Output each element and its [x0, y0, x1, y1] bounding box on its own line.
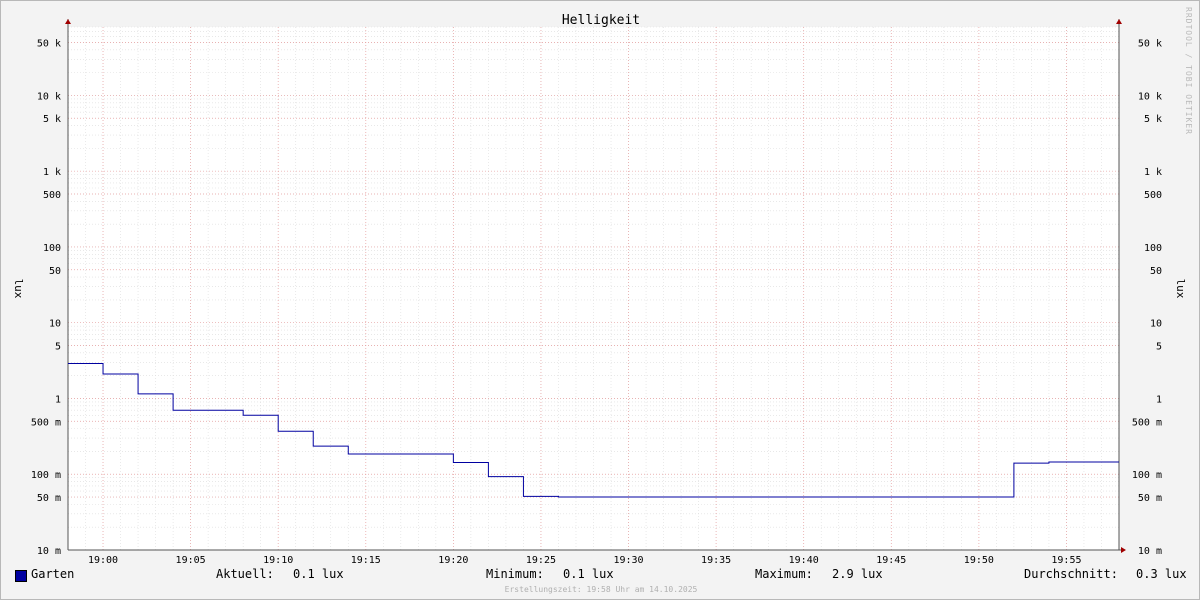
legend-avg-label: Durchschnitt: — [1024, 567, 1118, 581]
y-tick-label-left: 500 m — [31, 417, 61, 428]
x-tick-label: 19:50 — [964, 555, 994, 566]
y-tick-label-right: 50 — [1150, 266, 1162, 277]
y-tick-label-left: 1 k — [43, 167, 61, 178]
x-tick-label: 19:35 — [701, 555, 731, 566]
chart-svg: 50 k 50 k 10 k 10 k 5 k 5 k 1 k 1 k 500 500 100 100… — [12, 13, 1187, 566]
x-tick-label: 19:40 — [789, 555, 819, 566]
y-tick-label-left: 10 k — [37, 91, 61, 102]
y-tick-label-right: 5 — [1156, 342, 1162, 353]
legend-current-label: Aktuell: — [216, 567, 274, 581]
y-tick-label-left: 100 — [43, 243, 61, 254]
grid-minor — [67, 26, 1120, 551]
legend-swatch-garten — [15, 570, 27, 582]
legend-min-label: Minimum: — [486, 567, 544, 581]
y-tick-label-right: 500 — [1144, 190, 1162, 201]
legend-series-name: Garten — [31, 567, 75, 581]
y-axis-label-right: lux — [1174, 279, 1187, 299]
x-tick-label: 19:55 — [1051, 555, 1081, 566]
legend-min-value: 0.1 lux — [563, 567, 614, 581]
y-tick-label-left: 500 — [43, 190, 61, 201]
y-tick-label-right: 50 k — [1138, 38, 1162, 49]
x-tick-label: 19:15 — [351, 555, 381, 566]
legend-max-value: 2.9 lux — [832, 567, 883, 581]
watermark: RRDTOOL / TOBI OETIKER — [1184, 7, 1193, 135]
chart-title: Helligkeit — [562, 13, 640, 28]
legend-max-label: Maximum: — [755, 567, 813, 581]
y-tick-label-left: 50 — [49, 266, 61, 277]
y-tick-label-right: 50 m — [1138, 493, 1162, 504]
x-tick-label: 19:05 — [176, 555, 206, 566]
chart-container: 50 k 50 k 10 k 10 k5 k5 k1 k1 k 500 500 100 100… — [0, 0, 1200, 600]
y-tick-label-left: 100 m — [31, 470, 61, 481]
x-tick-label: 19:30 — [613, 555, 643, 566]
y-tick-label-right: 1 — [1156, 394, 1162, 405]
y-tick-label-left: 5 k — [43, 114, 61, 125]
y-tick-label-right: 10 — [1150, 319, 1162, 330]
y-tick-label-right: 100 m — [1132, 470, 1162, 481]
y-tick-label-right: 10 m — [1138, 546, 1162, 557]
y-tick-label-left: 50 m — [37, 493, 61, 504]
legend-current-value: 0.1 lux — [293, 567, 344, 581]
y-tick-label-right: 100 — [1144, 243, 1162, 254]
y-tick-label-right: 10 k — [1138, 91, 1162, 102]
y-tick-label-left: 50 k — [37, 38, 61, 49]
x-tick-label: 19:45 — [876, 555, 906, 566]
y-tick-label-right: 5 k — [1144, 114, 1162, 125]
y-axis-left-arrow — [65, 19, 71, 24]
y-tick-label-left: 1 — [55, 394, 61, 405]
x-tick-label: 19:25 — [526, 555, 556, 566]
x-axis-arrow — [1121, 547, 1126, 553]
y-axis-right-arrow — [1116, 19, 1122, 24]
footer-timestamp: Erstellungszeit: 19:58 Uhr am 14.10.2025 — [504, 585, 698, 594]
legend-avg-value: 0.3 lux — [1136, 567, 1187, 581]
x-tick-label: 19:00 — [88, 555, 118, 566]
x-tick-label: 19:20 — [438, 555, 468, 566]
y-axis-label-left: lux — [12, 279, 25, 299]
y-tick-label-left: 5 — [55, 342, 61, 353]
x-tick-label: 19:10 — [263, 555, 293, 566]
y-tick-label-left: 10 m — [37, 546, 61, 557]
y-tick-label-right: 500 m — [1132, 417, 1162, 428]
legend: Garten Aktuell: 0.1 lux Minimum: 0.1 lux… — [1, 567, 1200, 585]
y-tick-label-left: 10 — [49, 319, 61, 330]
y-tick-label-right: 1 k — [1144, 167, 1162, 178]
